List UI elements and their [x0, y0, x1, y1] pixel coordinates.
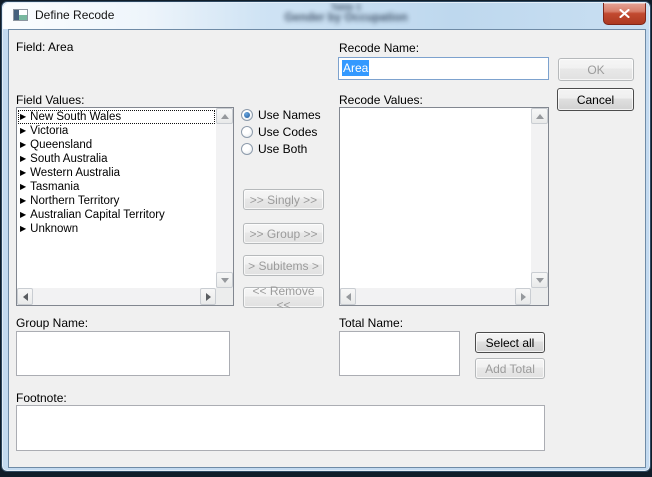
list-item[interactable]: ▶ Tasmania — [18, 180, 215, 194]
radio-option-use-names[interactable]: Use Names — [241, 108, 321, 122]
list-item[interactable]: ▶ New South Wales — [18, 110, 215, 124]
dialog-icon — [13, 9, 28, 21]
define-recode-dialog: Table 1 Gender by Occupation Define Reco… — [1, 1, 651, 472]
recode-values-list[interactable] — [341, 109, 530, 287]
dialog-title: Define Recode — [35, 8, 114, 22]
recode-values-vscrollbar[interactable] — [531, 108, 548, 288]
radio-label: Use Both — [258, 142, 307, 156]
item-label: Tasmania — [30, 181, 79, 193]
scroll-left-icon — [346, 293, 351, 301]
item-arrow-icon: ▶ — [20, 141, 26, 149]
recode-name-value: Area — [342, 60, 369, 76]
footnote-input[interactable] — [16, 405, 545, 451]
item-label: South Australia — [30, 153, 107, 165]
singly-button[interactable]: >> Singly >> — [243, 189, 324, 210]
group-name-input[interactable] — [16, 331, 230, 376]
field-values-hscrollbar[interactable] — [17, 288, 216, 305]
item-arrow-icon: ▶ — [20, 169, 26, 177]
select-all-button[interactable]: Select all — [475, 332, 545, 353]
recode-values-hscrollbar[interactable] — [340, 288, 531, 305]
list-item[interactable]: ▶ Australian Capital Territory — [18, 208, 215, 222]
item-label: Victoria — [30, 125, 68, 137]
list-item[interactable]: ▶ South Australia — [18, 152, 215, 166]
field-values-vscrollbar[interactable] — [216, 108, 233, 288]
background-window-line1: Table 1 — [221, 3, 471, 12]
ok-button[interactable]: OK — [558, 58, 634, 81]
background-window-line2: Gender by Occupation — [221, 12, 471, 25]
item-arrow-icon: ▶ — [20, 211, 26, 219]
scroll-right-icon — [521, 293, 526, 301]
list-item[interactable]: ▶ Queensland — [18, 138, 215, 152]
group-name-label: Group Name: — [16, 316, 88, 330]
radio-label: Use Codes — [258, 125, 317, 139]
footnote-label: Footnote: — [16, 391, 67, 405]
scroll-right-icon — [206, 293, 211, 301]
field-values-list[interactable]: ▶ New South Wales ▶ Victoria ▶ Queensland ▶ Sou… — [18, 109, 215, 287]
radio-option-use-both[interactable]: Use Both — [241, 142, 307, 156]
radio-option-use-codes[interactable]: Use Codes — [241, 125, 317, 139]
item-arrow-icon: ▶ — [20, 127, 26, 135]
total-name-input[interactable] — [339, 331, 460, 376]
item-label: New South Wales — [30, 111, 121, 123]
scrollbar-corner — [531, 288, 548, 305]
close-icon — [619, 9, 630, 18]
total-name-label: Total Name: — [339, 316, 403, 330]
item-arrow-icon: ▶ — [20, 197, 26, 205]
scroll-left-icon — [23, 293, 28, 301]
remove-button[interactable]: << Remove << — [243, 287, 324, 308]
list-item[interactable]: ▶ Unknown — [18, 222, 215, 236]
item-label: Western Australia — [30, 167, 120, 179]
item-label: Australian Capital Territory — [30, 209, 165, 221]
radio-label: Use Names — [258, 108, 321, 122]
recode-name-label: Recode Name: — [339, 41, 419, 55]
close-button[interactable] — [603, 3, 646, 25]
radio-icon — [241, 109, 253, 121]
item-arrow-icon: ▶ — [20, 225, 26, 233]
subitems-button[interactable]: > Subitems > — [243, 255, 324, 276]
item-label: Unknown — [30, 223, 78, 235]
item-label: Northern Territory — [30, 195, 119, 207]
add-total-button[interactable]: Add Total — [475, 358, 545, 379]
scrollbar-corner — [216, 288, 233, 305]
item-label: Queensland — [30, 139, 92, 151]
list-item[interactable]: ▶ Victoria — [18, 124, 215, 138]
list-item[interactable]: ▶ Northern Territory — [18, 194, 215, 208]
scroll-down-icon — [221, 278, 229, 283]
recode-name-input[interactable]: Area — [338, 57, 549, 80]
radio-icon — [241, 143, 253, 155]
field-values-listbox[interactable]: ▶ New South Wales ▶ Victoria ▶ Queensland ▶ Sou… — [16, 107, 234, 306]
background-window-title: Table 1 Gender by Occupation — [221, 3, 471, 25]
radio-icon — [241, 126, 253, 138]
item-arrow-icon: ▶ — [20, 183, 26, 191]
item-arrow-icon: ▶ — [20, 155, 26, 163]
desktop-background: Table 1 Gender by Occupation Define Reco… — [0, 0, 652, 477]
recode-values-listbox[interactable] — [339, 107, 549, 306]
dialog-titlebar[interactable]: Table 1 Gender by Occupation Define Reco… — [3, 3, 649, 29]
field-values-label: Field Values: — [16, 93, 84, 107]
group-button[interactable]: >> Group >> — [243, 223, 324, 244]
scroll-down-icon — [536, 278, 544, 283]
item-arrow-icon: ▶ — [20, 113, 26, 121]
scroll-up-icon — [536, 114, 544, 119]
scroll-up-icon — [221, 114, 229, 119]
field-info-label: Field: Area — [16, 40, 73, 54]
cancel-button[interactable]: Cancel — [557, 88, 634, 111]
dialog-client-area: Field: Area Recode Name: Area OK Cancel … — [8, 29, 646, 468]
list-item[interactable]: ▶ Western Australia — [18, 166, 215, 180]
recode-values-label: Recode Values: — [339, 93, 423, 107]
